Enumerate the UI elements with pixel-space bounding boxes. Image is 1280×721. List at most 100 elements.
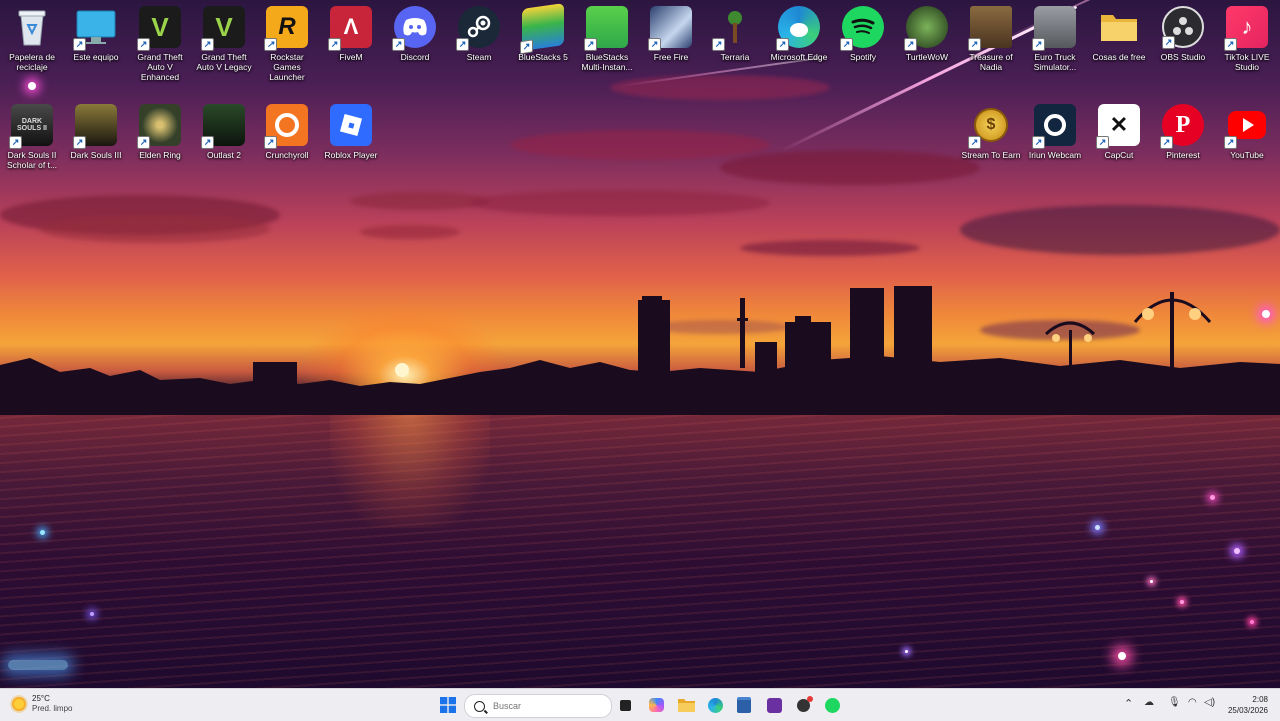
desktop-icon-darksouls2[interactable]: DARK SOULS II ↗ Dark Souls II Scholar of … (1, 104, 63, 170)
spotify-icon (824, 697, 840, 713)
desktop-icon-youtube[interactable]: ↗ YouTube (1216, 104, 1278, 160)
bluestacks-icon: ↗ (520, 3, 564, 55)
notify-app-icon (796, 695, 813, 712)
icon-label: Papelera de reciclaje (9, 52, 55, 72)
nadia-icon: ↗ (968, 6, 1012, 51)
dark-souls-3-icon: ↗ (73, 104, 117, 149)
icon-label: TikTok LIVE Studio (1224, 52, 1270, 72)
desktop-icon-bluestacks5[interactable]: ↗ BlueStacks 5 (512, 3, 574, 62)
icon-label: Terraria (720, 52, 750, 62)
icon-label: Roblox Player (324, 150, 378, 160)
spotify-taskbar-button[interactable] (821, 694, 843, 716)
capcut-icon: ✕ ↗ (1096, 104, 1140, 149)
start-button[interactable] (437, 694, 459, 716)
icon-label: Spotify (850, 52, 876, 62)
steam-icon: ↗ (456, 6, 500, 51)
bluestacks-multi-icon: ↗ (584, 6, 628, 51)
desktop-icon-streamtoearn[interactable]: $ ↗ Stream To Earn (960, 104, 1022, 160)
edge-icon (707, 697, 723, 713)
edge-taskbar-button[interactable] (704, 694, 726, 716)
microsoft-store-icon (737, 697, 751, 713)
clock-date: 25/03/2026 (1227, 706, 1268, 715)
desktop-icon-iriun[interactable]: ↗ Iriun Webcam (1024, 104, 1086, 160)
gta-v-icon: V ↗ (137, 6, 181, 51)
desktop-icon-obs[interactable]: ↗ OBS Studio (1152, 6, 1214, 62)
elden-ring-icon: ↗ (137, 104, 181, 149)
purple-app-icon (766, 697, 782, 713)
coin-icon: $ ↗ (968, 104, 1012, 149)
desktop-icon-turtlewow[interactable]: ↗ TurtleWoW (896, 6, 958, 62)
desktop-icon-bluestacks-multi[interactable]: ↗ BlueStacks Multi-Instan... (576, 6, 638, 72)
rockstar-icon: R ↗ (264, 6, 308, 51)
icon-label: Free Fire (653, 52, 689, 62)
weather-widget[interactable]: 25°C Pred. limpo (12, 694, 72, 714)
microsoft-store-button[interactable] (733, 694, 755, 716)
wifi-icon[interactable]: ◠ (1188, 697, 1197, 708)
icon-label: Grand Theft Auto V Legacy (196, 52, 252, 72)
desktop-icon-steam[interactable]: ↗ Steam (448, 6, 510, 62)
desktop-icon-gta5-enhanced[interactable]: V ↗ Grand Theft Auto V Enhanced (129, 6, 191, 82)
desktop-icon-freefire[interactable]: ↗ Free Fire (640, 6, 702, 62)
desktop-icon-rockstar[interactable]: R ↗ Rockstar Games Launcher (256, 6, 318, 82)
free-fire-icon: ↗ (648, 6, 692, 51)
purple-app-button[interactable] (763, 694, 785, 716)
notify-app-button[interactable] (792, 694, 814, 716)
spotify-icon: ↗ (840, 6, 884, 51)
taskbar-search[interactable] (464, 694, 612, 718)
desktop-icon-outlast2[interactable]: ↗ Outlast 2 (193, 104, 255, 160)
desktop-icon-capcut[interactable]: ✕ ↗ CapCut (1088, 104, 1150, 160)
desktop-icon-discord[interactable]: ↗ Discord (384, 6, 446, 62)
task-view-button[interactable] (614, 694, 636, 716)
pinterest-icon: P ↗ (1160, 104, 1204, 149)
icon-label: CapCut (1104, 150, 1134, 160)
webcam-icon: ↗ (1032, 104, 1076, 149)
desktop-icon-crunchyroll[interactable]: ↗ Crunchyroll (256, 104, 318, 160)
icon-label: Cosas de free (1092, 52, 1146, 62)
youtube-icon: ↗ (1224, 104, 1268, 149)
icon-label: Elden Ring (139, 150, 181, 160)
icon-label: Dark Souls III (70, 150, 122, 160)
gta-v-icon: V ↗ (201, 6, 245, 51)
search-input[interactable] (493, 701, 603, 711)
copilot-button[interactable] (645, 694, 667, 716)
icon-label: Stream To Earn (961, 150, 1021, 160)
desktop-icon-eurotruck[interactable]: ↗ Euro Truck Simulator... (1024, 6, 1086, 72)
system-clock[interactable]: 2:08 25/03/2026 (1228, 694, 1268, 716)
desktop-icon-cosas[interactable]: Cosas de free (1088, 6, 1150, 62)
desktop-icon-edge[interactable]: ↗ Microsoft Edge (768, 6, 830, 62)
microphone-icon[interactable]: 🎙 (1168, 697, 1181, 708)
desktop-icon-nadia[interactable]: ↗ Treasure of Nadia (960, 6, 1022, 72)
desktop-icon-tiktok[interactable]: ♪ ↗ TikTok LIVE Studio (1216, 6, 1278, 72)
desktop-icon-darksouls3[interactable]: ↗ Dark Souls III (65, 104, 127, 160)
icon-label: Rockstar Games Launcher (269, 52, 305, 82)
desktop-icon-roblox[interactable]: Roblox Player (320, 104, 382, 160)
file-explorer-button[interactable] (675, 694, 697, 716)
desktop-icon-eldenring[interactable]: ↗ Elden Ring (129, 104, 191, 160)
desktop-icon-papelera[interactable]: Papelera de reciclaje (1, 6, 63, 72)
edge-icon: ↗ (776, 6, 820, 51)
desktop-icon-pinterest[interactable]: P ↗ Pinterest (1152, 104, 1214, 160)
desktop-icon-spotify[interactable]: ↗ Spotify (832, 6, 894, 62)
cloud-sync-icon[interactable]: ☁ (1144, 697, 1154, 708)
discord-icon: ↗ (392, 6, 436, 51)
volume-icon[interactable]: ◁) (1204, 697, 1215, 708)
icon-label: OBS Studio (1160, 52, 1206, 62)
desktop-icon-terraria[interactable]: ↗ Terraria (704, 6, 766, 62)
dark-souls-2-icon: DARK SOULS II ↗ (9, 104, 53, 149)
icon-label: YouTube (1230, 150, 1264, 160)
desktop-icon-gta5-legacy[interactable]: V ↗ Grand Theft Auto V Legacy (193, 6, 255, 72)
clock-time: 2:08 (1252, 695, 1268, 704)
turtlewow-icon: ↗ (904, 6, 948, 51)
icon-label: Outlast 2 (206, 150, 242, 160)
icon-label: Este equipo (73, 52, 119, 62)
icon-label: Pinterest (1166, 150, 1200, 160)
icon-label: Discord (400, 52, 430, 62)
icon-label: BlueStacks Multi-Instan... (581, 52, 633, 72)
file-explorer-icon (677, 699, 695, 712)
icon-label: Iriun Webcam (1028, 150, 1082, 160)
fivem-icon: Λ ↗ (328, 6, 372, 51)
desktop-icon-fivem[interactable]: Λ ↗ FiveM (320, 6, 382, 62)
chevron-up-icon[interactable]: ⌃ (1124, 697, 1133, 710)
desktop-icon-este-equipo[interactable]: ↗ Este equipo (65, 6, 127, 62)
icon-label: Steam (466, 52, 492, 62)
